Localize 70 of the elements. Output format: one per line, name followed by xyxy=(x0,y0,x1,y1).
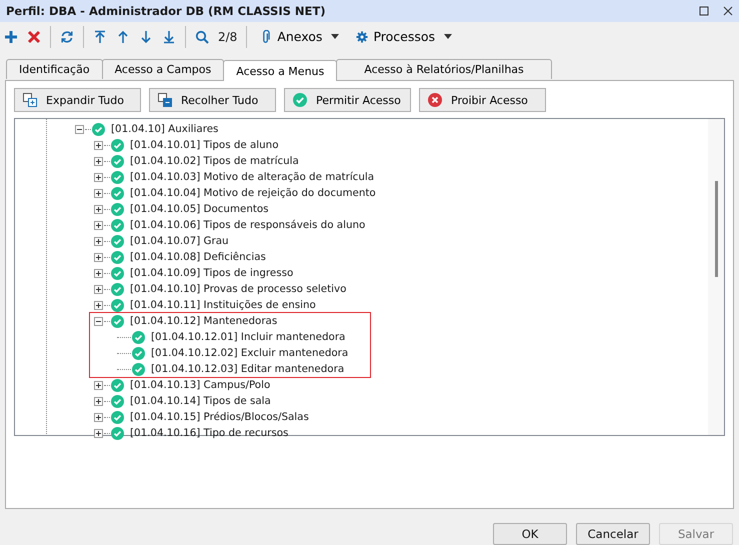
close-icon[interactable] xyxy=(723,6,733,16)
tree-item[interactable]: [01.04.10.16] Tipo de recursos xyxy=(130,427,288,440)
last-record-icon[interactable] xyxy=(162,30,176,44)
expand-icon[interactable] xyxy=(94,396,103,406)
search-icon[interactable] xyxy=(195,30,209,44)
arrow-up-icon[interactable] xyxy=(116,30,130,44)
tab[interactable]: Acesso à Relatórios/Planilhas xyxy=(336,59,552,80)
caret-icon xyxy=(444,34,452,40)
scrollbar[interactable] xyxy=(708,119,724,436)
expand-icon[interactable] xyxy=(94,380,103,390)
tree-item[interactable]: [01.04.10.01] Tipos de aluno xyxy=(130,139,279,152)
expand-icon[interactable] xyxy=(94,204,103,214)
tree-item[interactable]: [01.04.10.15] Prédios/Blocos/Salas xyxy=(130,411,309,424)
expand-icon[interactable] xyxy=(94,172,103,182)
collapse-icon[interactable] xyxy=(94,316,103,326)
expand-icon[interactable] xyxy=(94,268,103,278)
tree-item[interactable]: [01.04.10.07] Grau xyxy=(130,235,229,248)
paperclip-icon xyxy=(260,30,272,44)
action-button[interactable]: Proibir Acesso xyxy=(419,88,546,112)
tree-item[interactable]: [01.04.10.05] Documentos xyxy=(130,203,269,216)
expand-icon[interactable] xyxy=(94,252,103,262)
maximize-icon[interactable] xyxy=(699,6,709,16)
plus-icon[interactable] xyxy=(4,30,18,44)
tab[interactable]: Acesso a Menus xyxy=(223,60,338,82)
action-button[interactable]: Recolher Tudo xyxy=(149,88,276,112)
expand-icon[interactable] xyxy=(94,188,103,198)
dialog-button[interactable]: OK xyxy=(493,523,567,545)
tree-item[interactable]: [01.04.10.12] Mantenedoras xyxy=(130,315,278,328)
dialog-button[interactable]: Cancelar xyxy=(576,523,650,545)
tree-item[interactable]: [01.04.10.13] Campus/Polo xyxy=(130,379,270,392)
tree-item[interactable]: [01.04.10.04] Motivo de rejeição do documento xyxy=(130,187,376,200)
expand-icon[interactable] xyxy=(94,156,103,166)
caret-icon xyxy=(331,34,340,40)
expand-icon[interactable] xyxy=(94,300,103,310)
refresh-icon[interactable] xyxy=(60,30,74,44)
window-title: Perfil: DBA - Administrador DB (RM CLASSIS NET) xyxy=(6,4,326,18)
tree-item[interactable]: [01.04.10.09] Tipos de ingresso xyxy=(130,267,294,280)
tree-item[interactable]: [01.04.10.11] Instituições de ensino xyxy=(130,299,316,312)
tree-item[interactable]: [01.04.10.02] Tipos de matrícula xyxy=(130,155,299,168)
first-record-icon[interactable] xyxy=(93,30,107,44)
expand-icon[interactable] xyxy=(94,220,103,230)
tree-item[interactable]: [01.04.10.12.02] Excluir mantenedora xyxy=(151,347,348,360)
menu-button[interactable]: Processos xyxy=(352,29,456,44)
delete-icon[interactable] xyxy=(27,30,41,44)
action-button[interactable]: Permitir Acesso xyxy=(284,88,411,112)
arrow-down-icon[interactable] xyxy=(139,30,153,44)
cross-circle-icon xyxy=(428,93,442,108)
check-circle-icon xyxy=(293,93,307,108)
collapse-icon[interactable] xyxy=(75,124,84,134)
tree-item[interactable]: [01.04.10] Auxiliares xyxy=(111,123,218,136)
expand-all-icon xyxy=(23,93,37,108)
tree-item[interactable]: [01.04.10.08] Deficiências xyxy=(130,251,266,264)
tree-item[interactable]: [01.04.10.10] Provas de processo seletivo xyxy=(130,283,346,296)
tree-item[interactable]: [01.04.10.12.01] Incluir mantenedora xyxy=(151,331,346,344)
collapse-all-icon xyxy=(158,93,172,108)
expand-icon[interactable] xyxy=(94,236,103,246)
scrollbar-thumb[interactable] xyxy=(714,181,718,278)
expand-icon[interactable] xyxy=(94,428,103,438)
tree-item[interactable]: [01.04.10.14] Tipos de sala xyxy=(130,395,271,408)
gear-icon xyxy=(356,30,368,44)
menu-button[interactable]: Anexos xyxy=(256,29,344,44)
action-button[interactable]: Expandir Tudo xyxy=(14,88,141,112)
expand-icon[interactable] xyxy=(94,284,103,294)
tree-item[interactable]: [01.04.10.06] Tipos de responsáveis do aluno xyxy=(130,219,366,232)
tree-item[interactable]: [01.04.10.03] Motivo de alteração de matrícula xyxy=(130,171,374,184)
expand-icon[interactable] xyxy=(94,412,103,422)
tab[interactable]: Identificação xyxy=(6,59,103,80)
expand-icon[interactable] xyxy=(94,140,103,150)
tree-item[interactable]: [01.04.10.12.03] Editar mantenedora xyxy=(151,363,344,376)
record-counter: 2/8 xyxy=(218,30,238,44)
